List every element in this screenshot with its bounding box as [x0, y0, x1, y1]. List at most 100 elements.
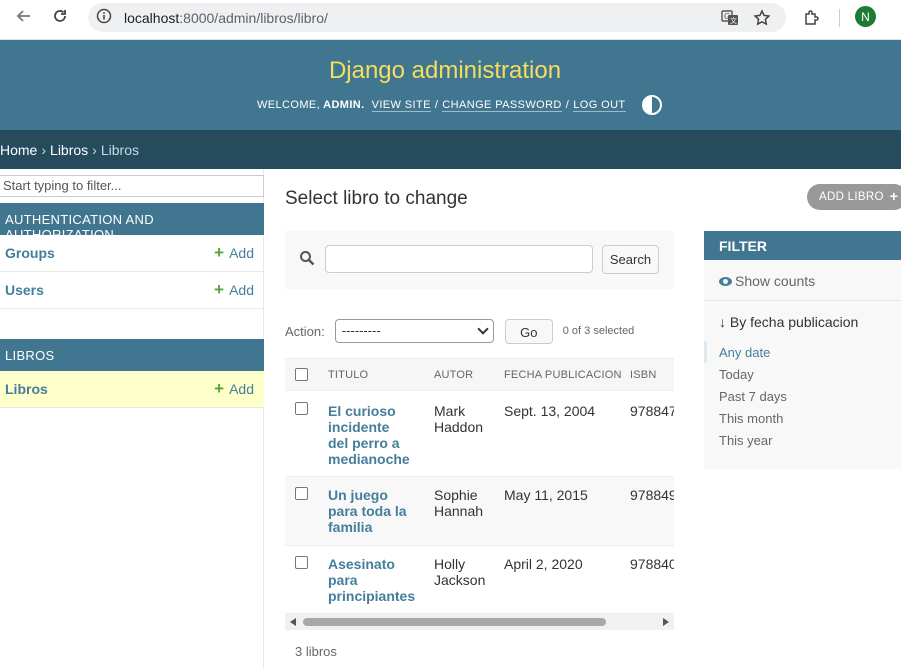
filter-option-today[interactable]: Today [719, 367, 754, 382]
translate-icon[interactable]: G文 [717, 5, 743, 31]
breadcrumb-app[interactable]: Libros [50, 142, 88, 169]
separator: / [565, 99, 570, 111]
site-title[interactable]: Django administration [0, 57, 890, 85]
action-label: Action: [285, 323, 325, 339]
action-select[interactable]: --------- [334, 319, 494, 343]
breadcrumb-separator: › [41, 142, 47, 158]
column-header-titulo[interactable]: TITULO [328, 369, 368, 381]
page-title: Select libro to change [285, 188, 468, 209]
column-header-autor[interactable]: AUTOR [434, 369, 473, 381]
libro-fecha: May 11, 2015 [504, 487, 588, 503]
back-arrow-icon[interactable] [11, 3, 37, 29]
add-libro-label: ADD LIBRO [819, 191, 884, 203]
toolbar-divider [839, 9, 840, 27]
filter-option-any-date[interactable]: Any date [719, 345, 770, 360]
plus-icon: + [214, 379, 225, 398]
filter-option-this-year[interactable]: This year [719, 433, 772, 448]
add-label: Add [229, 282, 254, 298]
table-row: Un juego para toda la familia Sophie Hannah… [285, 477, 674, 546]
browser-toolbar: localhost:8000/admin/libros/libro/ G文 N [0, 0, 901, 40]
site-info-icon[interactable] [96, 8, 112, 27]
nav-filter-input[interactable]: Start typing to filter... [0, 175, 264, 197]
module-caption-libros[interactable]: LIBROS [0, 339, 264, 371]
sidebar-item-groups[interactable]: Groups + Add [0, 235, 264, 272]
go-button[interactable]: Go [504, 318, 553, 344]
table-row: El curioso incidente del perro a medianoche… [285, 391, 674, 477]
address-bar[interactable]: localhost:8000/admin/libros/libro/ [88, 3, 786, 32]
plus-icon: + [214, 243, 225, 262]
search-toolbar: Search [285, 231, 674, 289]
chevron-down-icon [477, 323, 489, 335]
sidebar-item-users[interactable]: Users + Add [0, 272, 264, 309]
add-users-link[interactable]: + Add [214, 280, 254, 300]
libro-title-link[interactable]: Un juego para toda la familia [328, 487, 410, 535]
profile-avatar[interactable]: N [855, 6, 876, 27]
view-site-link[interactable]: VIEW SITE [371, 99, 431, 112]
add-libro-button[interactable]: ADD LIBRO + [807, 184, 901, 210]
actions-bar: Action: --------- Go 0 of 3 selected [285, 318, 634, 344]
svg-text:文: 文 [730, 16, 737, 25]
bookmark-star-icon[interactable] [749, 5, 775, 31]
eye-icon [719, 276, 732, 286]
breadcrumb-separator: › [92, 142, 97, 158]
paginator: 3 libros [295, 644, 337, 659]
libro-fecha: April 2, 2020 [504, 556, 583, 572]
nav-sidebar: Start typing to filter... AUTHENTICATION… [0, 169, 264, 668]
search-input[interactable] [325, 245, 593, 273]
scrollbar-thumb[interactable] [303, 618, 606, 626]
libro-title-link[interactable]: Asesinato para principiantes [328, 556, 418, 604]
show-counts-label: Show counts [735, 273, 816, 289]
scroll-left-icon[interactable] [290, 618, 296, 626]
plus-icon: + [889, 188, 899, 204]
filter-field-header[interactable]: ↓ By fecha publicacion [719, 314, 858, 330]
add-groups-link[interactable]: + Add [214, 243, 254, 263]
column-header-fecha[interactable]: FECHA PUBLICACION [504, 369, 622, 381]
table-row: Asesinato para principiantes Holly Jackson … [285, 546, 674, 614]
filter-option-past-7-days[interactable]: Past 7 days [719, 389, 787, 404]
admin-header: Django administration WELCOME, ADMIN. VI… [0, 40, 901, 130]
show-counts-link[interactable]: Show counts [719, 273, 815, 289]
horizontal-scrollbar[interactable] [285, 614, 674, 630]
row-checkbox[interactable] [295, 402, 308, 415]
user-tools: WELCOME, ADMIN. VIEW SITE / CHANGE PASSW… [257, 95, 662, 115]
separator: / [434, 99, 439, 111]
model-link-groups[interactable]: Groups [5, 245, 55, 261]
extensions-icon[interactable] [799, 5, 825, 31]
change-password-link[interactable]: CHANGE PASSWORD [442, 99, 562, 112]
selected-indicator [704, 341, 707, 363]
welcome-text: WELCOME, [257, 99, 321, 111]
selection-counter: 0 of 3 selected [562, 325, 635, 337]
search-icon [299, 250, 317, 268]
add-label: Add [229, 381, 254, 397]
add-libros-link[interactable]: + Add [214, 379, 254, 399]
action-selected-value: --------- [341, 323, 381, 338]
sidebar-item-libros[interactable]: Libros + Add [0, 371, 264, 408]
reload-icon[interactable] [47, 3, 73, 29]
search-button[interactable]: Search [602, 245, 659, 274]
breadcrumb-current: Libros [100, 142, 139, 158]
libro-title-link[interactable]: El curioso incidente del perro a medianoche [328, 403, 418, 467]
libro-isbn: 978849 [630, 487, 674, 503]
libro-autor: Sophie Hannah [434, 487, 484, 519]
libro-autor: Mark Haddon [434, 403, 484, 435]
add-label: Add [229, 245, 254, 261]
breadcrumb-home[interactable]: Home [0, 142, 37, 169]
model-link-users[interactable]: Users [5, 282, 44, 298]
username: ADMIN. [323, 99, 365, 111]
row-checkbox[interactable] [295, 556, 308, 569]
changelist-filter: FILTER Show counts ↓ By fecha publicacio… [704, 231, 901, 469]
select-all-checkbox[interactable] [295, 368, 308, 381]
table-header: TITULO AUTOR FECHA PUBLICACION ISBN [285, 358, 674, 391]
scroll-right-icon[interactable] [663, 618, 669, 626]
column-header-isbn[interactable]: ISBN [630, 369, 656, 381]
model-link-libros[interactable]: Libros [5, 381, 48, 397]
libro-isbn: 978847 [630, 403, 674, 419]
url-text: localhost:8000/admin/libros/libro/ [124, 9, 328, 26]
theme-toggle-icon[interactable] [641, 95, 662, 115]
module-caption-auth[interactable]: AUTHENTICATION AND AUTHORIZATION [0, 203, 264, 242]
row-checkbox[interactable] [295, 487, 308, 500]
libro-autor: Holly Jackson [434, 556, 486, 588]
filter-option-this-month[interactable]: This month [719, 411, 783, 426]
log-out-link[interactable]: LOG OUT [573, 99, 626, 112]
divider [704, 300, 901, 301]
